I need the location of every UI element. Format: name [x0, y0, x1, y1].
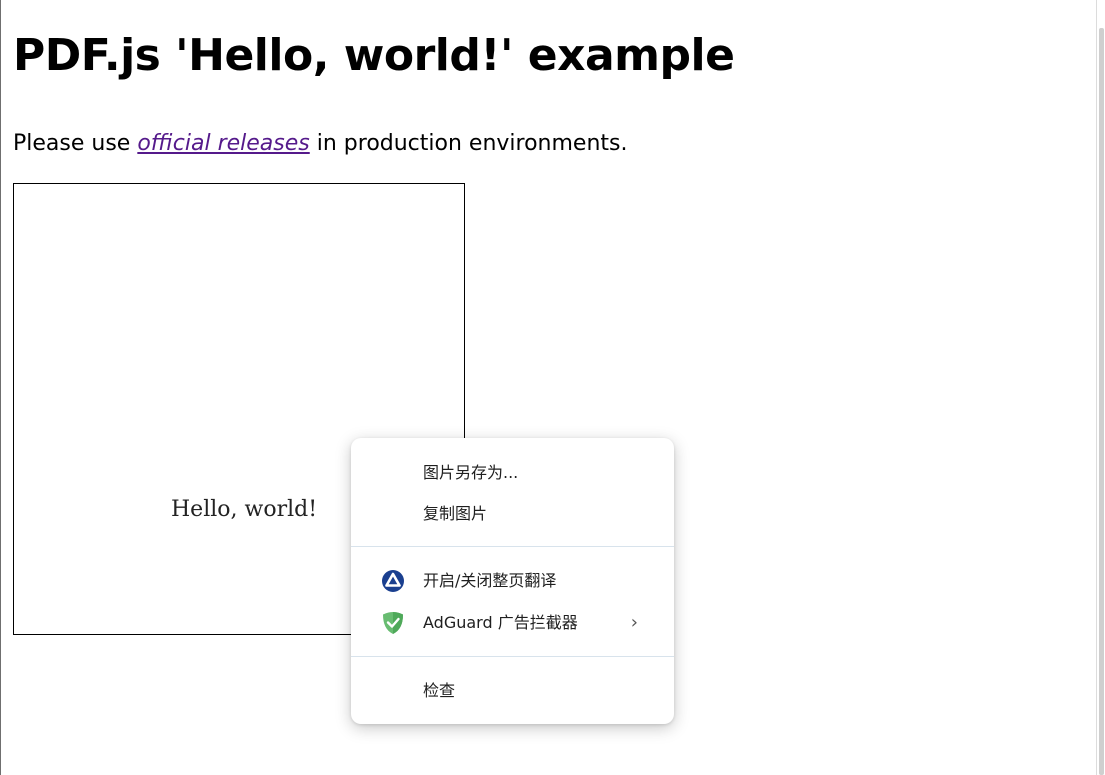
official-releases-link[interactable]: official releases [137, 131, 309, 156]
menu-item-label: 开启/关闭整页翻译 [423, 571, 557, 590]
menu-divider [351, 656, 674, 657]
intro-paragraph: Please use official releases in producti… [13, 130, 627, 158]
adguard-shield-icon [381, 611, 405, 635]
vertical-scrollbar[interactable] [1096, 0, 1105, 775]
page-title: PDF.js 'Hello, world!' example [13, 30, 735, 81]
pdf-rendered-text: Hello, world! [171, 497, 318, 522]
menu-item-adguard[interactable]: AdGuard 广告拦截器 › [351, 605, 674, 641]
menu-item-inspect[interactable]: 检查 [351, 673, 674, 709]
menu-item-toggle-translation[interactable]: 开启/关闭整页翻译 [351, 563, 674, 599]
menu-item-label: 检查 [423, 681, 456, 700]
context-menu: 图片另存为... 复制图片 开启/关闭整页翻译 AdGuard 广告拦截器 › … [351, 438, 674, 724]
intro-text-before: Please use [13, 131, 138, 156]
menu-item-label: 图片另存为... [423, 463, 519, 482]
menu-item-label: 复制图片 [423, 504, 488, 523]
menu-item-save-image-as[interactable]: 图片另存为... [351, 455, 674, 491]
chevron-right-icon: › [630, 612, 638, 633]
window-left-border [0, 0, 1, 775]
menu-divider [351, 546, 674, 547]
scrollbar-thumb[interactable] [1099, 28, 1104, 775]
menu-item-copy-image[interactable]: 复制图片 [351, 496, 674, 532]
translate-icon [381, 569, 405, 593]
intro-text-after: in production environments. [309, 131, 628, 156]
menu-item-label: AdGuard 广告拦截器 [423, 613, 578, 632]
